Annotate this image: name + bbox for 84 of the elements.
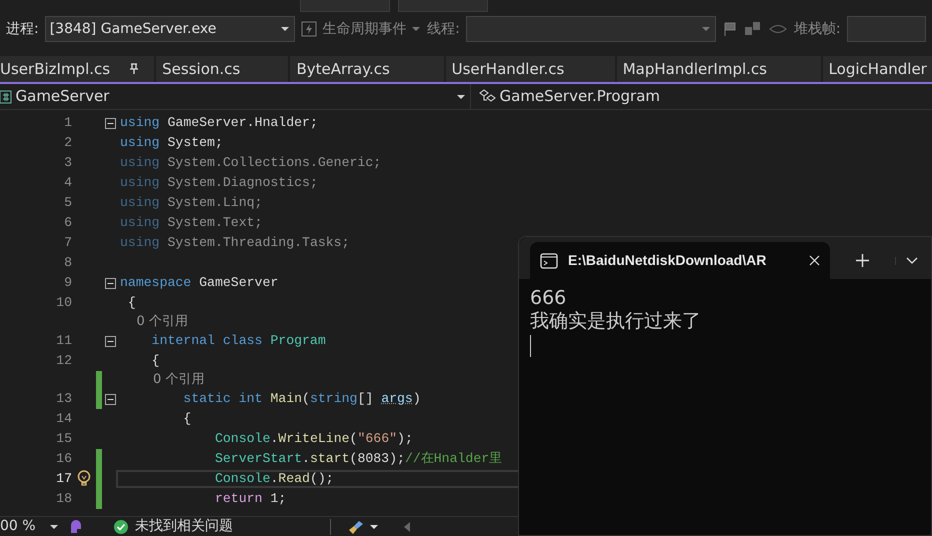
line-number: 6 — [63, 214, 72, 232]
file-tab[interactable]: Session.cs — [156, 56, 288, 82]
console-icon — [540, 252, 558, 268]
code-line: { — [182, 410, 192, 428]
code-line: namespace GameServer — [120, 274, 278, 292]
flag-icon[interactable] — [722, 21, 738, 37]
code-line: using GameServer.Hnalder; — [120, 114, 318, 132]
process-dropdown[interactable]: [3848] GameServer.exe — [44, 16, 295, 42]
project-dropdown[interactable]: GameServer — [0, 84, 470, 109]
line-number: 15 — [55, 430, 72, 448]
file-tab[interactable]: LogicHandler — [822, 56, 932, 82]
file-tab[interactable]: ByteArray.cs — [290, 56, 444, 82]
new-tab-button[interactable] — [856, 254, 869, 267]
class-icon — [478, 88, 496, 104]
line-number: 18 — [55, 490, 72, 508]
code-line: static int Main(string[] args) — [182, 390, 421, 408]
code-line: Console.WriteLine("666"); — [214, 430, 413, 448]
code-line: using System.Text; — [120, 214, 262, 232]
caret-icon — [49, 522, 59, 530]
type-dropdown[interactable]: GameServer.Program — [470, 84, 932, 109]
line-number: 11 — [55, 332, 72, 350]
console-output-line: 666 — [530, 287, 568, 310]
collapse-icon[interactable] — [104, 394, 116, 404]
caret-icon — [411, 24, 422, 32]
pin-icon[interactable] — [128, 63, 140, 75]
line-number: 12 — [55, 352, 72, 370]
code-line: { — [126, 294, 136, 312]
code-line: using System.Linq; — [120, 194, 262, 212]
collapse-icon[interactable] — [104, 278, 116, 288]
code-line: ServerStart.start(8083);//在Hnalder里 — [214, 450, 502, 468]
thread-label: 线程: — [427, 20, 460, 38]
line-number: 16 — [55, 450, 72, 468]
text-cursor — [530, 334, 531, 357]
line-number: 8 — [63, 254, 72, 272]
lifecycle-events-dropdown[interactable]: 生命周期事件 — [322, 18, 422, 40]
issues-indicator[interactable]: 未找到相关问题 — [114, 516, 314, 536]
line-number: 2 — [63, 134, 72, 152]
line-number: 14 — [55, 410, 72, 428]
code-line: using System.Diagnostics; — [120, 174, 318, 192]
check-circle-icon — [114, 520, 128, 534]
code-line: Console.Read(); — [214, 470, 334, 488]
line-number: 17 — [55, 470, 72, 488]
reference-count[interactable]: 0 个引用 — [120, 312, 188, 332]
file-tab[interactable]: UserHandler.cs — [446, 56, 615, 82]
caret-icon — [700, 25, 711, 33]
console-tab[interactable]: E:\BaiduNetdiskDownload\AR — [530, 242, 830, 279]
reference-count[interactable]: 0 个引用 — [120, 370, 204, 390]
line-number: 1 — [63, 114, 72, 132]
code-line: using System.Threading.Tasks; — [120, 234, 350, 252]
caret-icon — [456, 92, 466, 100]
code-line: internal class Program — [150, 332, 326, 350]
line-number: 10 — [55, 294, 72, 312]
line-number: 3 — [63, 154, 72, 172]
file-tab[interactable]: MapHandlerImpl.cs — [616, 56, 821, 82]
tab-dropdown-button[interactable] — [895, 257, 918, 265]
stack-frame-label: 堆栈帧: — [794, 20, 841, 38]
project-icon — [0, 90, 12, 104]
close-tab-button[interactable] — [809, 255, 820, 266]
line-number: 4 — [63, 174, 72, 192]
thread-icon[interactable] — [768, 22, 788, 36]
line-number: 7 — [63, 234, 72, 252]
project-name: GameServer — [16, 86, 110, 108]
code-line: return 1; — [214, 490, 286, 508]
line-number: 5 — [63, 194, 72, 212]
code-line: using System.Collections.Generic; — [120, 154, 382, 172]
code-line: { — [150, 352, 160, 370]
console-title: E:\BaiduNetdiskDownload\AR — [568, 251, 768, 270]
process-label: 进程: — [6, 20, 39, 38]
collapse-icon[interactable] — [104, 118, 116, 128]
lightning-icon[interactable] — [300, 21, 317, 37]
flags-icon[interactable] — [744, 21, 762, 37]
line-number: 9 — [63, 274, 72, 292]
cleanup-dropdown[interactable] — [330, 518, 378, 534]
code-line: using System; — [120, 134, 223, 152]
file-tab[interactable]: UserBizImpl.cs — [0, 56, 154, 82]
zoom-dropdown[interactable]: 00 % — [0, 516, 62, 536]
line-number: 13 — [55, 390, 72, 408]
brush-icon — [347, 518, 365, 534]
caret-icon — [368, 522, 378, 530]
scroll-left-icon[interactable] — [402, 520, 410, 532]
lightbulb-icon[interactable] — [77, 470, 91, 488]
collapse-icon[interactable] — [104, 336, 116, 346]
console-output-line: 我确实是执行过来了 — [530, 310, 702, 333]
caret-icon — [280, 25, 290, 33]
